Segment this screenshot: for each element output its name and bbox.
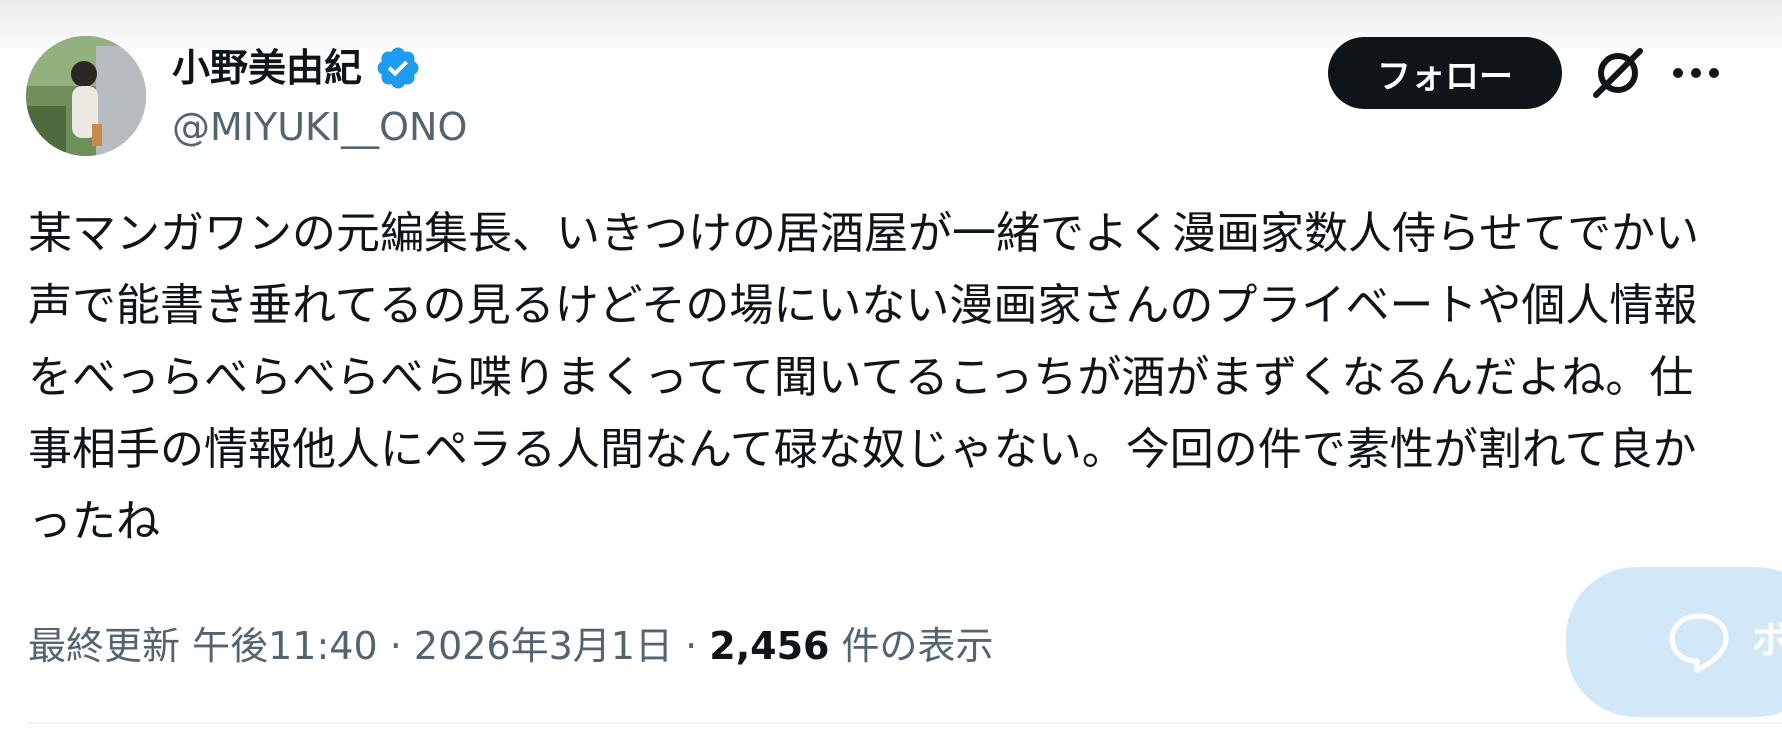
meta-separator-2: · [685, 624, 698, 668]
reply-bubble-icon [1669, 613, 1729, 673]
tweet-text: 某マンガワンの元編集長、いきつけの居酒屋が一緒でよく漫画家数人侍らせてでかい声で… [28, 208, 1700, 547]
follow-button[interactable]: フォロー [1328, 37, 1562, 109]
grok-icon[interactable] [1590, 45, 1646, 101]
reply-button-label: ボ [1752, 618, 1782, 662]
avatar-image [26, 36, 146, 156]
meta-separator: · [389, 624, 402, 668]
post-time[interactable]: 午後11:40 [192, 624, 378, 668]
views-label: 件の表示 [841, 624, 994, 668]
author-handle[interactable]: @MIYUKI__ONO [172, 102, 467, 152]
tweet-meta: 最終更新 午後11:40 · 2026年3月1日 · 2,456 件の表示 [28, 618, 994, 674]
verified-badge-icon [377, 47, 419, 89]
bottom-divider [28, 722, 1782, 724]
display-name-text: 小野美由紀 [172, 46, 363, 90]
updated-label: 最終更新 [28, 624, 181, 668]
views-count: 2,456 [709, 624, 830, 668]
post-date[interactable]: 2026年3月1日 [414, 624, 673, 668]
more-icon[interactable] [1668, 50, 1724, 96]
avatar[interactable] [26, 36, 146, 156]
author-display-name[interactable]: 小野美由紀 [172, 42, 422, 94]
